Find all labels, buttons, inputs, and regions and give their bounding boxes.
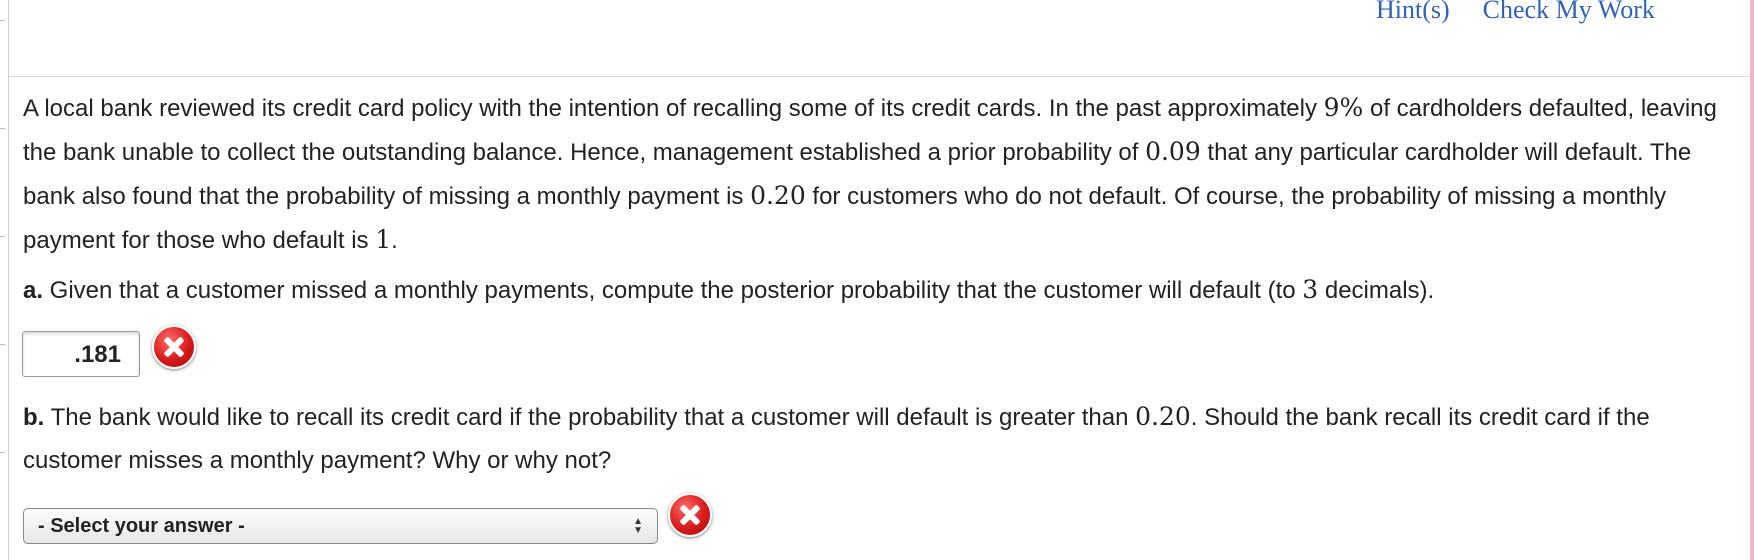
math-value: 0.09 bbox=[1145, 137, 1201, 166]
math-value: 0.20 bbox=[750, 181, 806, 210]
left-margin-rule bbox=[0, 0, 9, 560]
margin-tick bbox=[0, 452, 5, 453]
hints-link[interactable]: Hint(s) bbox=[1376, 0, 1450, 24]
answer-a-input[interactable]: .181 bbox=[22, 331, 140, 377]
math-value: 1 bbox=[375, 225, 392, 254]
question-b-label: b. bbox=[23, 404, 45, 431]
incorrect-x-icon bbox=[152, 325, 196, 369]
header-divider bbox=[9, 76, 1750, 77]
select-value: - Select your answer - bbox=[38, 515, 245, 537]
math-value: 3 bbox=[1302, 275, 1319, 304]
answer-b-select[interactable]: - Select your answer - ▲ ▼ bbox=[23, 508, 658, 544]
check-my-work-link[interactable]: Check My Work bbox=[1483, 0, 1655, 24]
margin-tick bbox=[0, 236, 5, 237]
problem-statement: A local bank reviewed its credit card po… bbox=[23, 93, 1717, 254]
margin-tick bbox=[0, 344, 5, 345]
math-value: 9% bbox=[1323, 93, 1364, 122]
question-a: a. Given that a customer missed a monthl… bbox=[23, 275, 1435, 304]
question-a-label: a. bbox=[23, 277, 44, 304]
math-value: 0.20 bbox=[1135, 402, 1191, 431]
right-edge-accent bbox=[1750, 0, 1754, 560]
question-b: b. The bank would like to recall its cre… bbox=[23, 402, 1650, 474]
margin-tick bbox=[0, 20, 5, 21]
margin-tick bbox=[0, 128, 5, 129]
select-arrows-icon: ▲ ▼ bbox=[633, 516, 643, 536]
incorrect-x-icon bbox=[668, 493, 712, 537]
top-toolbar: Hint(s) Check My Work bbox=[1376, 0, 1655, 25]
